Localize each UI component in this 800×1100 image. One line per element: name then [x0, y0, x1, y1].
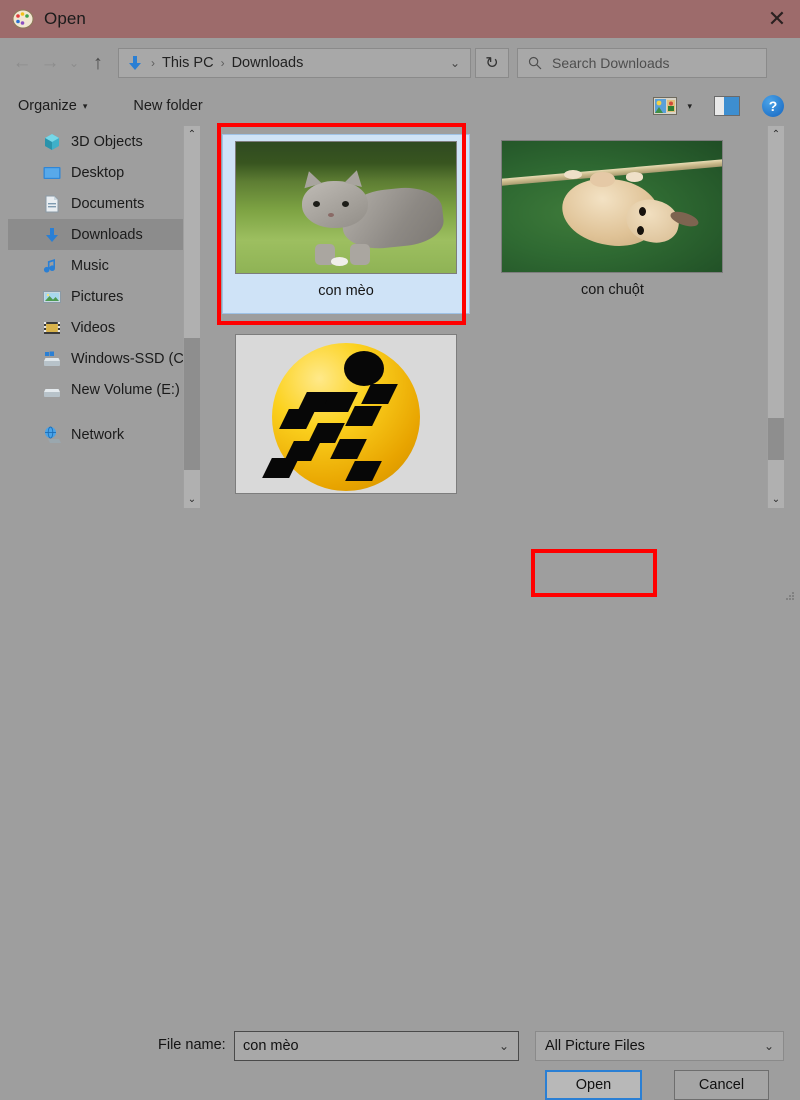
file-item-label: con mèo: [229, 283, 463, 299]
file-list-scroll-thumb[interactable]: [768, 418, 784, 460]
sidebar-item-label: New Volume (E:): [71, 382, 180, 398]
pictures-icon: [42, 287, 62, 307]
sidebar-item-documents[interactable]: Documents: [8, 188, 186, 219]
file-item-label: con chuột: [494, 282, 730, 298]
music-icon: [42, 256, 62, 276]
scroll-down-icon[interactable]: ⌄: [768, 491, 784, 508]
sidebar-scroll-thumb[interactable]: [184, 338, 200, 470]
search-box[interactable]: Search Downloads: [517, 48, 767, 78]
documents-icon: [42, 194, 62, 214]
open-button[interactable]: Open: [545, 1070, 642, 1100]
chevron-down-icon[interactable]: ⌄: [450, 56, 460, 70]
sidebar-item-label: Network: [71, 427, 124, 443]
view-dropdown-caret[interactable]: ▾: [687, 101, 692, 112]
title-bar: Open ✕: [0, 0, 800, 38]
refresh-button[interactable]: ↻: [475, 48, 509, 78]
scroll-up-icon[interactable]: ⌃: [184, 126, 200, 143]
chevron-down-icon[interactable]: ⌄: [764, 1039, 774, 1053]
sidebar-item-label: Downloads: [71, 227, 143, 243]
sidebar-item-label: Music: [71, 258, 109, 274]
close-icon[interactable]: ✕: [754, 0, 800, 38]
sidebar-item-videos[interactable]: Videos: [8, 312, 186, 343]
view-options-icon[interactable]: [653, 97, 677, 115]
sidebar-item-pictures[interactable]: Pictures: [8, 281, 186, 312]
sidebar-item-network[interactable]: Network: [8, 419, 186, 450]
sidebar-item-label: Documents: [71, 196, 144, 212]
file-list-view[interactable]: con mèo con chuột: [210, 126, 784, 508]
file-list-scrollbar[interactable]: ⌃ ⌄: [767, 126, 784, 508]
search-icon: [528, 56, 542, 70]
sidebar-spacer: [8, 405, 186, 419]
search-placeholder: Search Downloads: [552, 55, 670, 71]
help-button[interactable]: ?: [762, 95, 784, 117]
breadcrumb-downloads[interactable]: Downloads: [232, 55, 304, 71]
drive-windows-icon: [42, 349, 62, 369]
chevron-down-icon[interactable]: ⌄: [499, 1039, 509, 1053]
downloads-arrow-icon: [126, 54, 144, 72]
recent-locations-button[interactable]: ⌄: [64, 46, 84, 80]
file-item-con-chuot[interactable]: con chuột: [488, 134, 736, 314]
breadcrumb-this-pc[interactable]: This PC: [162, 55, 214, 71]
organize-button[interactable]: Organize ▾: [18, 98, 87, 114]
sidebar-item-label: Desktop: [71, 165, 124, 181]
sidebar-item-label: 3D Objects: [71, 134, 143, 150]
cancel-button[interactable]: Cancel: [674, 1070, 769, 1100]
breadcrumb-separator-2: ›: [221, 56, 225, 70]
sidebar-item-label: Windows-SSD (C: [71, 351, 184, 367]
desktop-icon: [42, 163, 62, 183]
hamster-photo-thumbnail: [501, 140, 723, 273]
preview-pane-icon[interactable]: [714, 96, 740, 116]
taxi-logo-thumbnail: [235, 334, 457, 494]
file-item-con-meo[interactable]: con mèo: [222, 134, 470, 314]
back-button[interactable]: ←: [8, 46, 36, 80]
scroll-down-icon[interactable]: ⌄: [184, 491, 200, 508]
view-controls: ▾ ?: [653, 95, 784, 117]
file-item-taxi-logo[interactable]: [222, 328, 470, 508]
navigation-bar: ← → ⌄ ↑ › This PC › Downloads ⌄ ↻: [0, 38, 800, 88]
open-file-dialog: Open ✕ ← → ⌄ ↑ › This PC › Downloads ⌄ ↻: [0, 0, 800, 604]
cat-photo-thumbnail: [235, 141, 457, 274]
sidebar-item-desktop[interactable]: Desktop: [8, 157, 186, 188]
file-type-value: All Picture Files: [545, 1038, 645, 1054]
file-name-value: con mèo: [243, 1038, 299, 1054]
sidebar-list: 3D Objects Desktop: [8, 126, 186, 450]
network-icon: [42, 425, 62, 445]
sidebar-item-new-volume[interactable]: New Volume (E:): [8, 374, 186, 405]
sidebar-item-label: Videos: [71, 320, 115, 336]
navigation-pane: 3D Objects Desktop: [8, 126, 200, 508]
dialog-footer: File name: con mèo ⌄ All Picture Files ⌄…: [0, 512, 800, 604]
file-name-input[interactable]: con mèo ⌄: [234, 1031, 519, 1061]
sidebar-item-label: Pictures: [71, 289, 123, 305]
scroll-up-icon[interactable]: ⌃: [768, 126, 784, 143]
sidebar-item-windows-ssd[interactable]: Windows-SSD (C: [8, 343, 186, 374]
address-bar[interactable]: › This PC › Downloads ⌄: [118, 48, 471, 78]
sidebar-item-3d-objects[interactable]: 3D Objects: [8, 126, 186, 157]
command-bar: Organize ▾ New folder ▾ ?: [0, 88, 800, 124]
organize-label: Organize: [18, 98, 77, 114]
breadcrumb-separator: ›: [151, 56, 155, 70]
3d-objects-icon: [42, 132, 62, 152]
downloads-icon: [42, 225, 62, 245]
sidebar-item-music[interactable]: Music: [8, 250, 186, 281]
window-title: Open: [44, 9, 86, 29]
drive-icon: [42, 380, 62, 400]
sidebar-item-downloads[interactable]: Downloads: [8, 219, 186, 250]
videos-icon: [42, 318, 62, 338]
resize-grip-icon[interactable]: [784, 589, 796, 601]
file-grid: con mèo con chuột: [210, 126, 767, 508]
file-type-select[interactable]: All Picture Files ⌄: [535, 1031, 784, 1061]
file-name-label: File name:: [158, 1037, 226, 1053]
forward-button[interactable]: →: [36, 46, 64, 80]
paint-palette-icon: [12, 9, 34, 29]
up-button[interactable]: ↑: [84, 46, 112, 80]
sidebar-scrollbar[interactable]: ⌃ ⌄: [183, 126, 200, 508]
chevron-down-icon: ▾: [83, 101, 88, 112]
new-folder-button[interactable]: New folder: [133, 98, 202, 114]
